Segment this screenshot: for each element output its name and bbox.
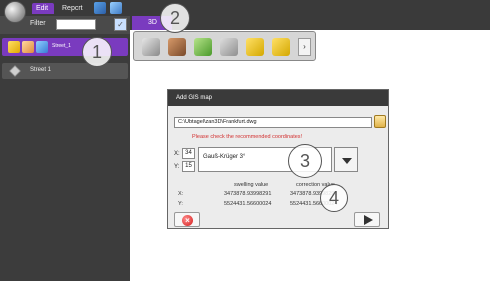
y-zone-input[interactable]: 15 (182, 161, 195, 172)
callout-4: 4 (320, 184, 348, 212)
ribbon-toolbar: › (133, 31, 316, 61)
menu-tab-edit[interactable]: Edit (32, 3, 54, 14)
callout-2: 2 (160, 3, 190, 33)
application-orb-button[interactable] (4, 1, 26, 23)
row-label-y: Y: (178, 201, 183, 207)
filter-apply-button[interactable]: ✓ (114, 18, 127, 31)
callout-3: 3 (288, 144, 322, 178)
play-icon (364, 215, 373, 225)
coordinate-warning-text: Please check the recommended coordinates… (192, 134, 303, 140)
file-path-input[interactable]: C:\Ubtagel\zan3D\Frankfurt.dwg (174, 117, 372, 128)
column-header-swelling: swelling value (234, 182, 269, 188)
browse-folder-button[interactable] (374, 115, 386, 128)
close-icon: × (182, 215, 193, 226)
menu-tab-report[interactable]: Repcrt (58, 3, 88, 14)
quick-access-icon[interactable] (110, 2, 122, 14)
callout-1: 1 (82, 37, 112, 67)
street-surface-icon[interactable] (220, 38, 238, 56)
row-label-x: X: (178, 191, 184, 197)
street-icon (9, 65, 21, 77)
next-button[interactable] (354, 212, 380, 227)
edit-label-icon[interactable] (272, 38, 290, 56)
x-label: X: (174, 151, 180, 157)
tree-item-street-label: Street 1 (30, 67, 52, 73)
cancel-button[interactable]: × (174, 212, 200, 227)
folder-icon (22, 41, 34, 53)
terrain-icon[interactable] (194, 38, 212, 56)
quick-access-icon[interactable] (94, 2, 106, 14)
y-label: Y: (174, 164, 180, 170)
map-icon (36, 41, 48, 53)
filter-input[interactable] (56, 19, 96, 30)
project-icon (8, 41, 20, 53)
chevron-down-icon[interactable] (334, 147, 358, 172)
swelling-value-x: 3473878.93998291 (224, 191, 272, 197)
tree-item-street[interactable]: Street 1 (2, 63, 128, 79)
cube-icon[interactable] (142, 38, 160, 56)
info-icon[interactable] (246, 38, 264, 56)
filter-label: Filter (30, 20, 46, 27)
swelling-value-y: 5524431.56600024 (224, 201, 272, 207)
add-gis-map-dialog: Add GIS map C:\Ubtagel\zan3D\Frankfurt.d… (167, 89, 389, 229)
x-zone-input[interactable]: 34 (182, 148, 195, 159)
import-model-icon[interactable] (168, 38, 186, 56)
dialog-title: Add GIS map (168, 90, 388, 106)
toolbar-more-button[interactable]: › (298, 38, 311, 56)
tree-item-project-label: Street_1 (52, 43, 71, 49)
